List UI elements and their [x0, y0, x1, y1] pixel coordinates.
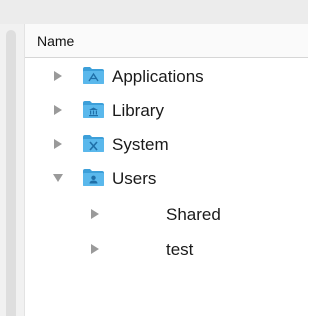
list-item-label: Library: [112, 101, 164, 120]
list-item-label: test: [166, 240, 194, 259]
toolbar-strip: [0, 0, 308, 25]
name-column-header[interactable]: Name: [37, 33, 74, 49]
column-header: Name: [25, 24, 308, 58]
disclosure-triangle-collapsed-icon[interactable]: [52, 138, 64, 150]
list-item-label: Users: [112, 169, 157, 188]
list-item-users[interactable]: Users: [25, 162, 308, 194]
list-item-label: Applications: [112, 67, 204, 86]
system-folder-icon: [82, 134, 105, 153]
list-item-shared[interactable]: Shared: [25, 198, 308, 230]
list-item-system[interactable]: System: [25, 128, 308, 160]
list-item-label: System: [112, 135, 169, 154]
disclosure-triangle-expanded-icon[interactable]: [52, 172, 64, 184]
list-item-label: Shared: [166, 205, 221, 224]
scrollbar[interactable]: [6, 30, 16, 316]
disclosure-triangle-collapsed-icon[interactable]: [89, 208, 101, 220]
file-list: Applications Library System Users Shared…: [25, 58, 308, 316]
list-item-applications[interactable]: Applications: [25, 60, 308, 92]
disclosure-triangle-collapsed-icon[interactable]: [52, 104, 64, 116]
library-folder-icon: [82, 100, 105, 119]
list-item-test[interactable]: test: [25, 233, 308, 265]
disclosure-triangle-collapsed-icon[interactable]: [52, 70, 64, 82]
disclosure-triangle-collapsed-icon[interactable]: [89, 243, 101, 255]
list-item-library[interactable]: Library: [25, 94, 308, 126]
applications-folder-icon: [82, 66, 105, 85]
finder-window: Name Applications Library System Users S…: [0, 0, 308, 316]
users-folder-icon: [82, 168, 105, 187]
